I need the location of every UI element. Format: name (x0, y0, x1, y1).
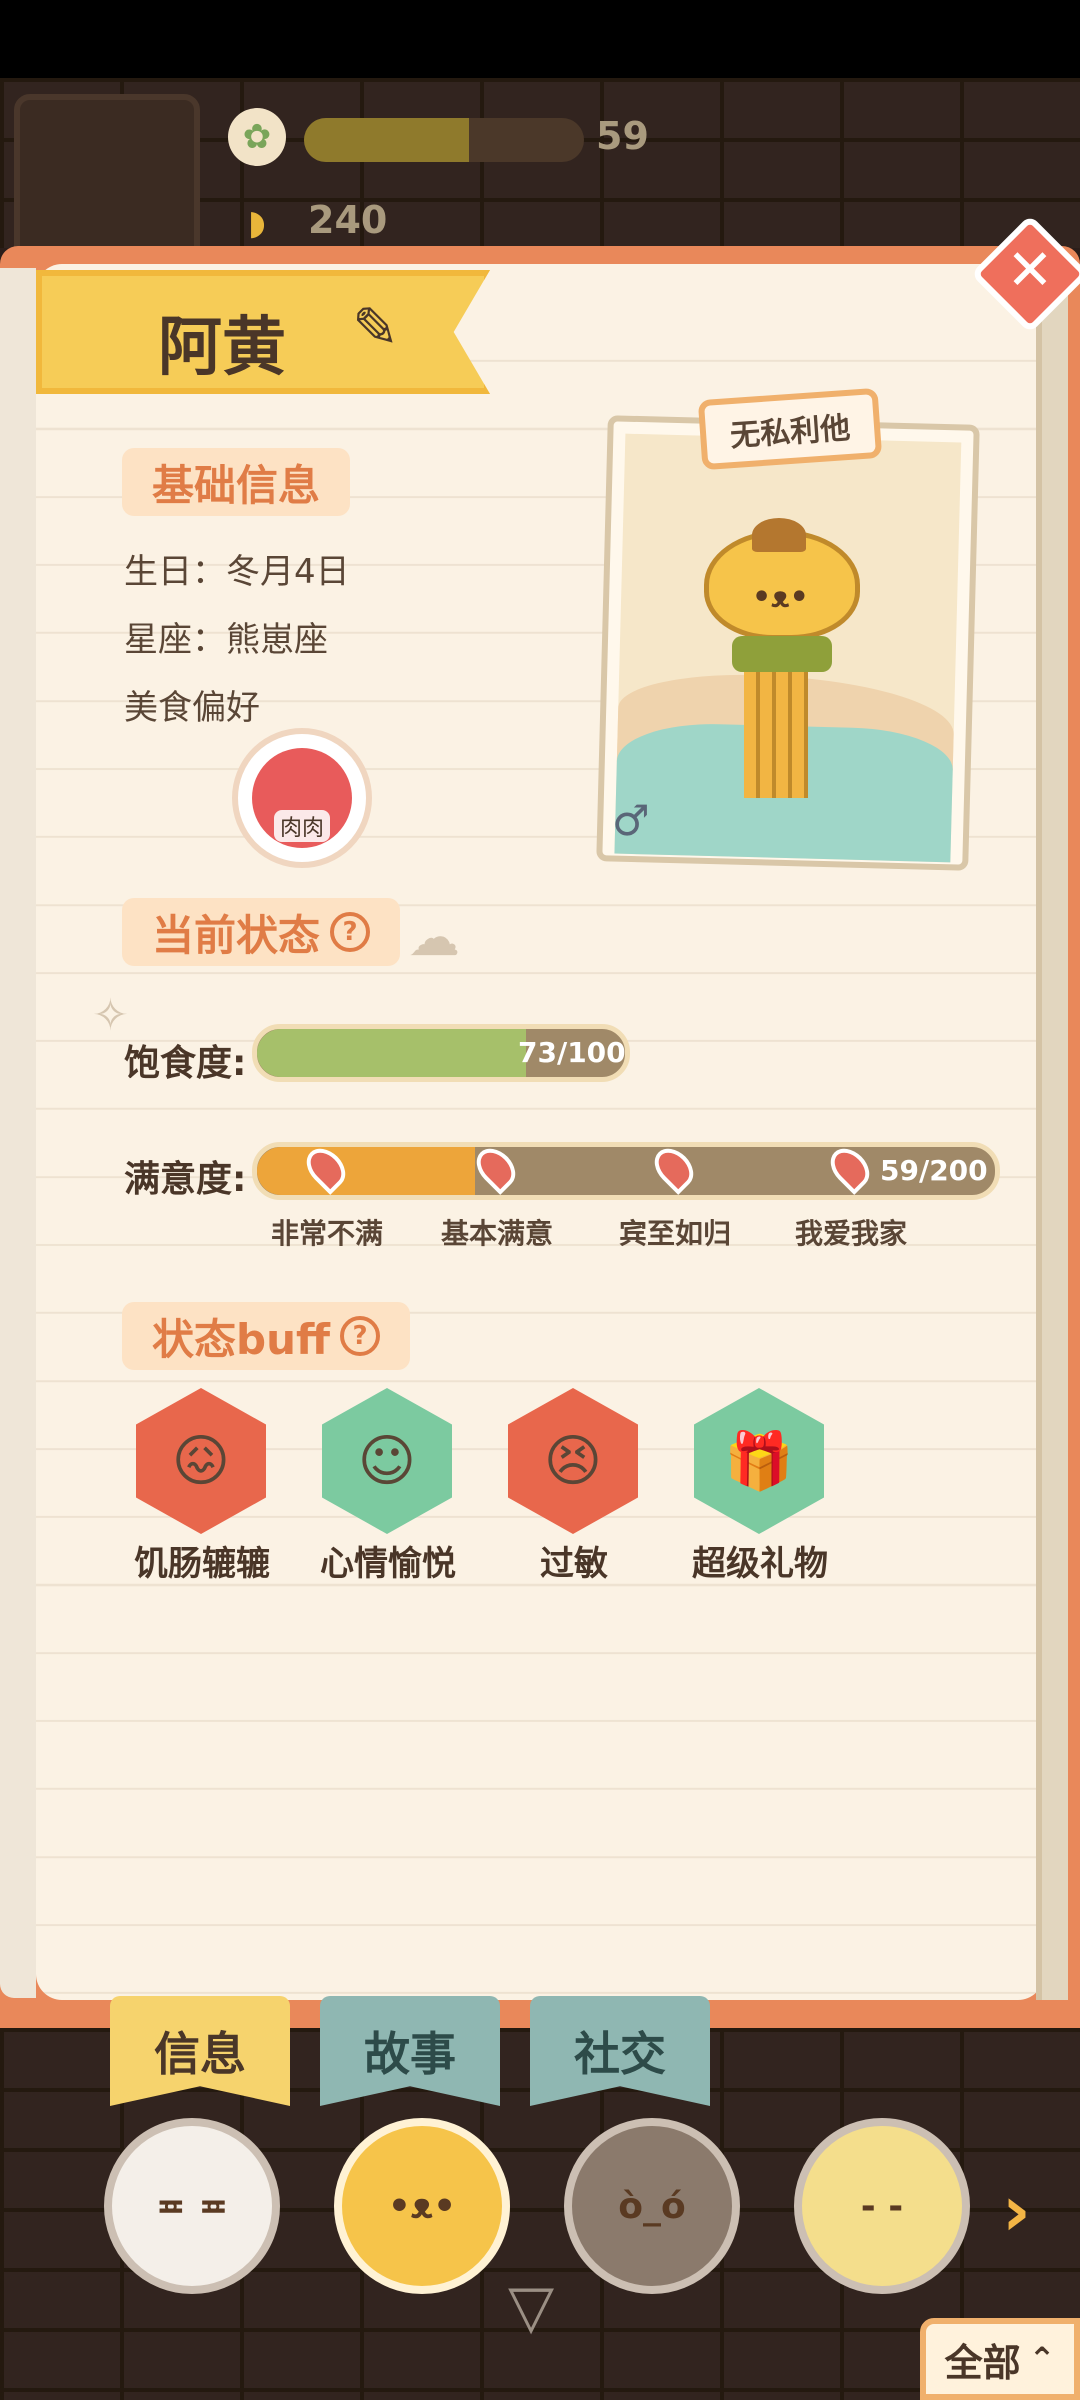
satiety-label: 饱食度: (124, 1043, 247, 1084)
doodle-animal-icon: ☁ (408, 908, 460, 968)
milestone-label: 我爱我家 (794, 1217, 907, 1250)
edit-name-pencil-icon[interactable]: ✎ (352, 296, 399, 361)
status-buff-title-text: 状态buff (152, 1314, 330, 1364)
personality-tag: 无私利他 (697, 387, 883, 471)
food-item-label: 肉肉 (273, 810, 330, 842)
resident-portrait-ahuang-selected[interactable]: •ᴥ• (334, 2118, 510, 2294)
page-left-edge (0, 268, 36, 1998)
section-title-status-buff: 状态buff ? (122, 1302, 410, 1370)
banana-icon: ◗ (248, 203, 266, 243)
flower-icon: ✿ (228, 108, 286, 166)
food-preference-label: 美食偏好 (124, 688, 260, 728)
milestone-label: 宾至如归 (618, 1217, 731, 1250)
satisfaction-label: 满意度: (124, 1159, 247, 1200)
male-gender-icon: ♂ (612, 796, 650, 845)
status-bar (0, 0, 1080, 78)
resident-portrait-bunny[interactable]: ≖ ≖ (104, 2118, 280, 2294)
section-title-basic-info: 基础信息 (122, 448, 351, 516)
page-right-edge (1036, 268, 1068, 2000)
expand-up-icon: ⌃ (1028, 2340, 1056, 2378)
all-filter-button[interactable]: 全部 ⌃ (920, 2318, 1080, 2400)
character-legs (744, 672, 808, 798)
flower-value: 59 (596, 114, 649, 158)
banana-value: 240 (308, 198, 388, 242)
resident-portrait-chick[interactable]: - - (794, 2118, 970, 2294)
buff-label: 饥肠辘辘 (134, 1544, 270, 1584)
meat-icon: 肉肉 (252, 748, 352, 848)
food-preference-badge[interactable]: 肉肉 (232, 728, 372, 868)
next-arrow-icon[interactable]: › (1002, 2170, 1031, 2252)
birthday-text: 生日：冬月4日 (124, 552, 350, 592)
player-avatar[interactable] (14, 94, 200, 264)
zodiac-text: 星座：熊崽座 (124, 620, 328, 660)
flower-progress-fill (304, 118, 469, 162)
collapse-arrow-icon[interactable]: ▽ (508, 2272, 554, 2342)
all-filter-label: 全部 (944, 2340, 1021, 2385)
milestone-label: 非常不满 (270, 1217, 383, 1250)
milestone-label: 基本满意 (440, 1217, 553, 1250)
buff-label: 心情愉悦 (320, 1544, 456, 1584)
character-hat (752, 518, 806, 552)
resident-portrait-raccoon[interactable]: ò_ó (564, 2118, 740, 2294)
close-icon[interactable]: ✕ (988, 228, 1072, 312)
character-name: 阿黄 (158, 311, 286, 385)
satiety-bar-fill (257, 1029, 526, 1077)
status-help-icon[interactable]: ? (330, 912, 371, 952)
buff-label: 超级礼物 (692, 1544, 828, 1584)
character-face: •ᴥ• (752, 580, 809, 615)
buff-help-icon[interactable]: ? (340, 1316, 380, 1356)
character-scarf (732, 636, 832, 672)
satisfaction-bar-fill (257, 1147, 475, 1195)
section-title-current-status: 当前状态 ? (122, 898, 401, 966)
buff-label: 过敏 (540, 1544, 608, 1584)
satisfaction-value: 59/200 (880, 1154, 988, 1187)
current-status-title-text: 当前状态 (152, 910, 321, 960)
satiety-value: 73/100 (518, 1036, 626, 1069)
